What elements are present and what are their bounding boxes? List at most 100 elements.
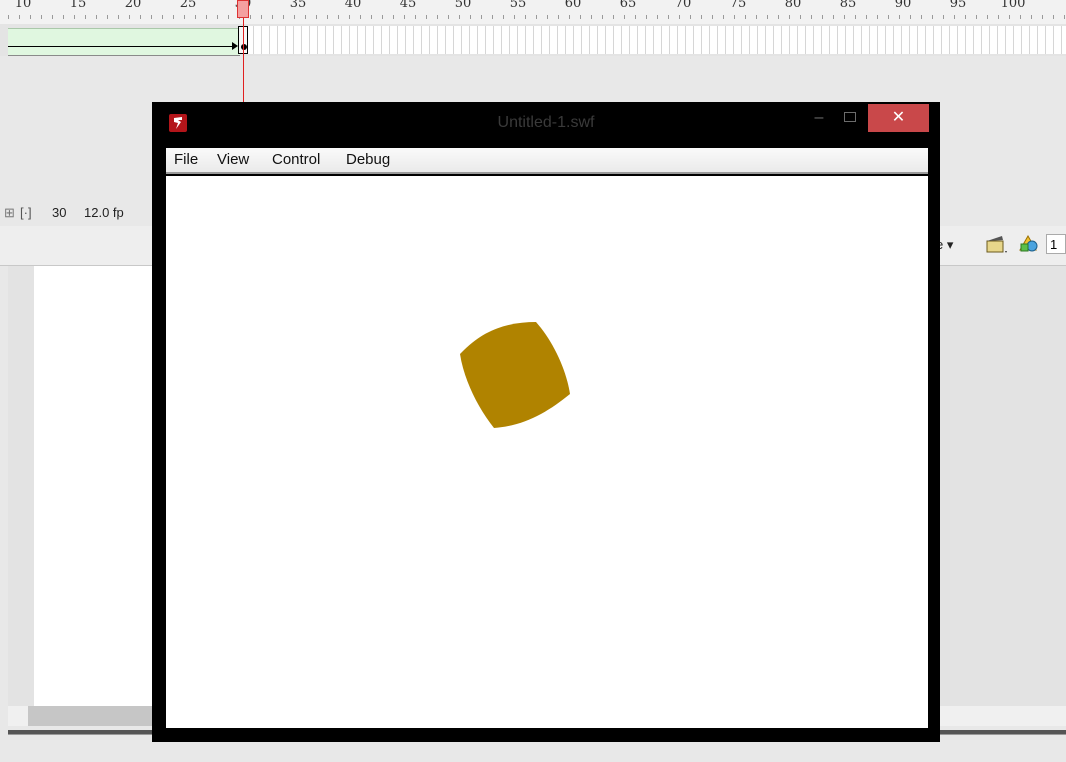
ruler-tick xyxy=(558,15,559,19)
ruler-label-45: 45 xyxy=(399,0,417,11)
ruler-tick xyxy=(987,15,988,19)
ruler-label-10: 10 xyxy=(14,0,32,11)
ruler-tick xyxy=(712,15,713,19)
ruler-label-25: 25 xyxy=(179,0,197,11)
ruler-tick xyxy=(250,15,251,19)
ruler-tick xyxy=(294,15,295,19)
ruler-tick xyxy=(492,15,493,19)
ruler-tick xyxy=(426,15,427,19)
ruler-label-70: 70 xyxy=(674,0,692,11)
ruler-tick xyxy=(789,15,790,19)
close-button[interactable]: ✕ xyxy=(868,104,929,132)
timeline-ruler[interactable]: 101520253035404550556065707580859095100 xyxy=(0,0,1066,24)
ruler-tick xyxy=(459,15,460,19)
ruler-tick xyxy=(327,15,328,19)
ruler-tick xyxy=(305,15,306,19)
ruler-tick xyxy=(613,15,614,19)
ruler-tick xyxy=(767,15,768,19)
ruler-tick xyxy=(96,15,97,19)
ruler-tick xyxy=(415,15,416,19)
ruler-tick xyxy=(756,15,757,19)
motion-tween-span[interactable] xyxy=(8,28,240,56)
maximize-button[interactable] xyxy=(840,108,862,130)
ruler-label-50: 50 xyxy=(454,0,472,11)
ruler-tick xyxy=(778,15,779,19)
ruler-tick xyxy=(228,15,229,19)
edit-scene-icon[interactable] xyxy=(984,232,1008,261)
menu-control[interactable]: Control xyxy=(272,151,320,168)
ruler-tick xyxy=(1053,15,1054,19)
ruler-label-40: 40 xyxy=(344,0,362,11)
ruler-tick xyxy=(965,15,966,19)
playhead-handle[interactable] xyxy=(237,0,249,18)
edit-symbols-icon[interactable] xyxy=(1016,232,1040,261)
frame-rate-readout: 12.0 fp xyxy=(84,205,124,220)
ruler-tick xyxy=(745,15,746,19)
ruler-tick xyxy=(261,15,262,19)
scrollbar-thumb[interactable] xyxy=(28,706,156,726)
menu-view[interactable]: View xyxy=(217,151,249,168)
ruler-tick xyxy=(437,15,438,19)
keyframe-dot-icon xyxy=(241,44,247,50)
ruler-label-65: 65 xyxy=(619,0,637,11)
ruler-tick xyxy=(8,15,9,19)
ruler-tick xyxy=(217,15,218,19)
ruler-tick xyxy=(74,15,75,19)
ruler-tick xyxy=(1009,15,1010,19)
minimize-button[interactable]: – xyxy=(808,108,830,130)
ruler-tick xyxy=(811,15,812,19)
ruler-tick xyxy=(690,15,691,19)
ruler-tick xyxy=(932,15,933,19)
ruler-tick xyxy=(525,15,526,19)
ruler-tick xyxy=(899,15,900,19)
swf-content-area[interactable] xyxy=(166,176,928,728)
ruler-tick xyxy=(283,15,284,19)
ruler-tick xyxy=(954,15,955,19)
stage-canvas[interactable] xyxy=(34,266,164,706)
onion-skin-icon[interactable]: [·] xyxy=(20,205,32,220)
ruler-label-35: 35 xyxy=(289,0,307,11)
player-menu-bar: File View Control Debug xyxy=(166,148,928,174)
ruler-tick xyxy=(404,15,405,19)
ruler-tick xyxy=(998,15,999,19)
ruler-label-60: 60 xyxy=(564,0,582,11)
ruler-tick xyxy=(41,15,42,19)
ruler-tick xyxy=(855,15,856,19)
ruler-tick xyxy=(30,15,31,19)
ruler-tick xyxy=(569,15,570,19)
ruler-tick xyxy=(657,15,658,19)
ruler-tick xyxy=(195,15,196,19)
ruler-tick xyxy=(976,15,977,19)
zoom-field[interactable]: 1 xyxy=(1046,234,1066,254)
current-frame-readout: 30 xyxy=(52,205,67,220)
ruler-tick xyxy=(63,15,64,19)
ruler-tick xyxy=(19,15,20,19)
ruler-tick xyxy=(470,15,471,19)
timeline-frame-grid[interactable] xyxy=(246,26,1066,54)
menu-file[interactable]: File xyxy=(174,151,198,168)
ruler-tick xyxy=(151,15,152,19)
ruler-tick xyxy=(943,15,944,19)
ruler-tick xyxy=(140,15,141,19)
ruler-tick xyxy=(503,15,504,19)
ruler-tick xyxy=(206,15,207,19)
ruler-tick xyxy=(316,15,317,19)
ruler-tick xyxy=(448,15,449,19)
ruler-tick xyxy=(624,15,625,19)
ruler-tick xyxy=(635,15,636,19)
ruler-tick xyxy=(701,15,702,19)
ruler-tick xyxy=(833,15,834,19)
ruler-label-20: 20 xyxy=(124,0,142,11)
menu-debug[interactable]: Debug xyxy=(346,151,390,168)
ruler-tick xyxy=(888,15,889,19)
ruler-label-80: 80 xyxy=(784,0,802,11)
playhead-line xyxy=(243,18,244,104)
ruler-tick xyxy=(866,15,867,19)
ruler-label-55: 55 xyxy=(509,0,527,11)
ruler-tick xyxy=(1042,15,1043,19)
ruler-tick xyxy=(382,15,383,19)
ruler-tick xyxy=(371,15,372,19)
maximize-icon xyxy=(844,112,856,122)
ruler-tick xyxy=(184,15,185,19)
center-frame-icon[interactable]: ⊞ xyxy=(4,205,15,221)
